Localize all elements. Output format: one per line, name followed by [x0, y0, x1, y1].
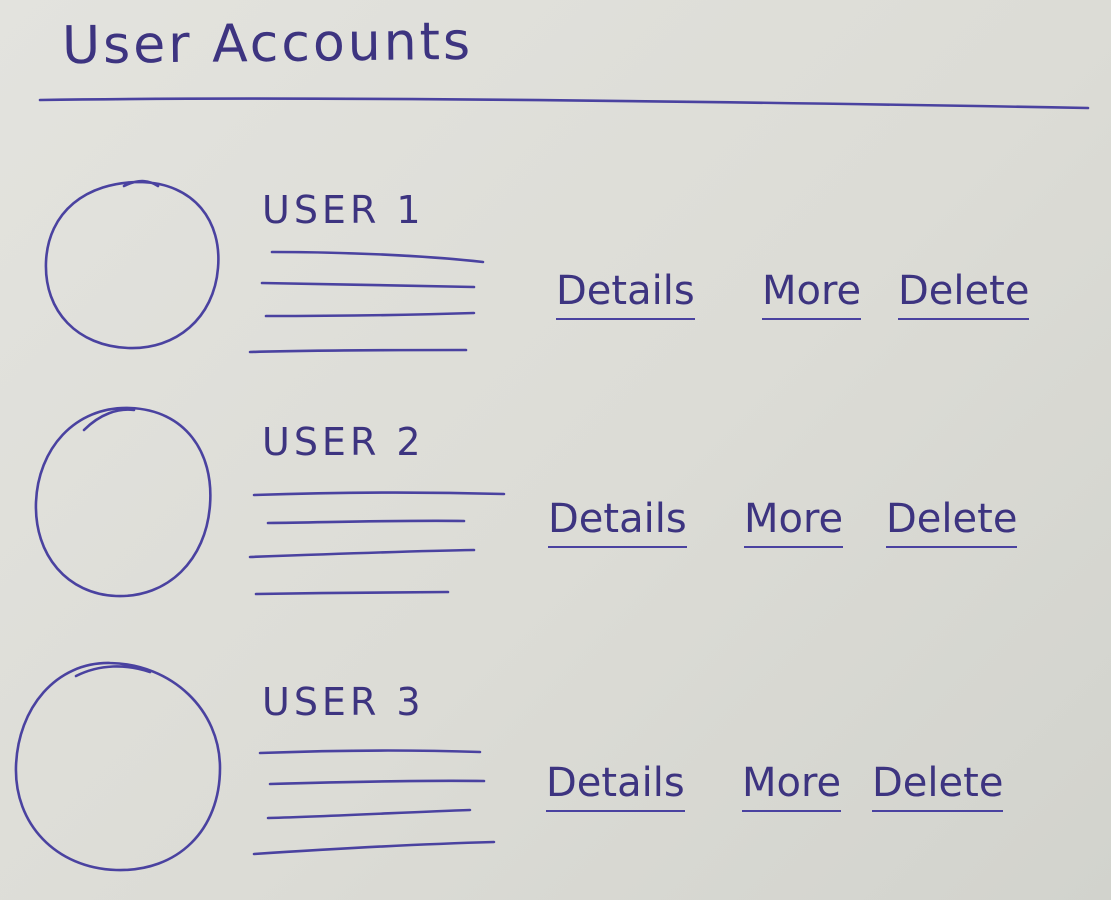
user-name: USER 3	[262, 680, 425, 724]
user-1-text-line-4	[248, 348, 468, 354]
details-link[interactable]: Details	[548, 496, 687, 548]
delete-link[interactable]: Delete	[872, 760, 1004, 812]
user-3-avatar	[14, 661, 222, 872]
user-3-text-line-2	[268, 779, 486, 786]
delete-link[interactable]: Delete	[886, 496, 1018, 548]
user-3-text-line-1	[258, 749, 482, 755]
user-2-text-line-4	[254, 590, 450, 596]
delete-link[interactable]: Delete	[898, 268, 1030, 320]
user-1-text-line-3	[264, 311, 476, 318]
details-link[interactable]: Details	[546, 760, 685, 812]
title-divider	[38, 97, 1090, 110]
user-name: USER 1	[262, 188, 425, 232]
more-link[interactable]: More	[744, 496, 844, 548]
user-2-text-line-1	[252, 491, 506, 497]
user-name: USER 2	[262, 420, 425, 464]
user-2-text-line-3	[248, 548, 476, 559]
details-link[interactable]: Details	[556, 268, 695, 320]
user-1-text-line-1	[270, 250, 485, 264]
more-link[interactable]: More	[742, 760, 842, 812]
user-2-avatar	[34, 406, 212, 598]
user-3-text-line-3	[266, 808, 472, 820]
user-1-text-line-2	[260, 281, 476, 289]
user-1-avatar	[44, 179, 220, 350]
user-2-text-line-2	[266, 519, 466, 525]
user-3-text-line-4	[252, 840, 496, 856]
more-link[interactable]: More	[762, 268, 862, 320]
